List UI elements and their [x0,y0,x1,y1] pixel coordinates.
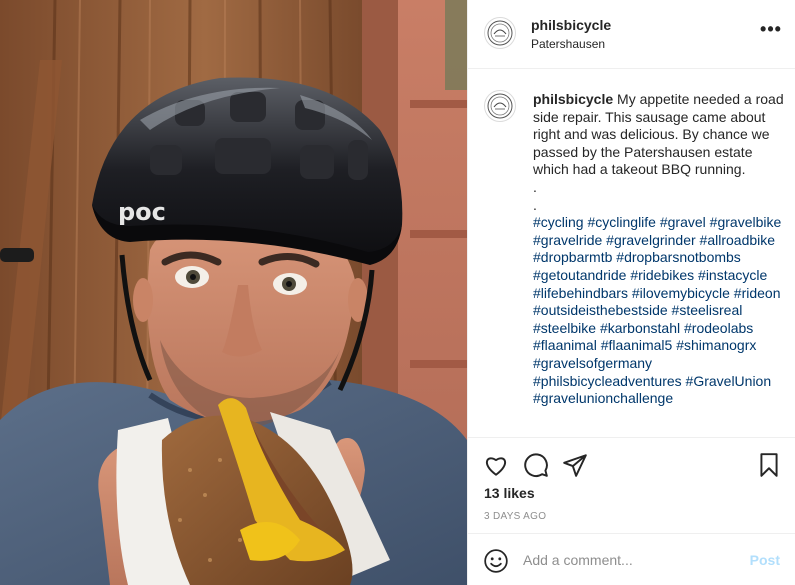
hashtag-link[interactable]: #cyclinglife [587,214,655,230]
post-location[interactable]: Patershausen [531,37,605,51]
likes-count[interactable]: 13 likes [484,485,535,501]
avatar-logo-icon [487,93,513,119]
comment-input[interactable] [523,549,733,571]
hashtag-link[interactable]: #lifebehindbars [533,285,628,301]
hashtag-link[interactable]: #philsbicycleadventures [533,373,682,389]
hashtag-link[interactable]: #rideon [734,285,781,301]
post-actions: 13 likes 3 DAYS AGO [468,437,795,547]
hashtag-link[interactable]: #ridebikes [630,267,694,283]
helmet-brand-logo: poc [118,198,166,226]
hashtag-link[interactable]: #shimanogrx [676,337,756,353]
hashtag-link[interactable]: #flaanimal [533,337,597,353]
post-side-panel: philsbicycle Patershausen ••• philsbicyc… [467,0,795,585]
post-author-username[interactable]: philsbicycle [531,17,611,33]
bookmark-icon[interactable] [756,452,782,478]
selfie-photo-illustration: poc [0,0,467,585]
hashtag-link[interactable]: #gravelsofgermany [533,355,652,371]
hashtag-link[interactable]: #allroadbike [700,232,776,248]
hashtag-link[interactable]: #instacycle [698,267,767,283]
hashtag-link[interactable]: #dropbarsnotbombs [616,249,741,265]
emoji-icon[interactable] [483,548,509,574]
caption-username[interactable]: philsbicycle [533,91,613,107]
hashtag-link[interactable]: #flaanimal5 [601,337,673,353]
caption-dot: . [533,178,537,195]
hashtag-link[interactable]: #GravelUnion [686,373,772,389]
comment-bubble-icon[interactable] [523,452,549,478]
hashtag-link[interactable]: #rodeolabs [684,320,753,336]
hashtag-link[interactable]: #gravelunionchallenge [533,390,673,406]
post-header: philsbicycle Patershausen ••• [468,0,795,69]
hashtag-link[interactable]: #gravelgrinder [606,232,696,248]
add-comment-bar: Post [468,533,795,585]
hashtag-link[interactable]: #gravel [660,214,706,230]
hashtag-link[interactable]: #outsideisthebestside [533,302,668,318]
hashtag-link[interactable]: #steelisreal [672,302,743,318]
heart-icon[interactable] [483,452,509,478]
paper-plane-icon[interactable] [562,452,588,478]
more-options-icon[interactable]: ••• [760,20,782,42]
hashtag-link[interactable]: #getoutandride [533,267,626,283]
hashtag-link[interactable]: #karbonstahl [600,320,680,336]
post-photo[interactable]: poc [0,0,467,585]
hashtag-link[interactable]: #gravelbike [710,214,782,230]
post-comment-button[interactable]: Post [750,552,780,568]
hashtag-link[interactable]: #gravelride [533,232,602,248]
avatar[interactable] [484,17,516,49]
post-caption: philsbicycle My appetite needed a road s… [533,91,785,408]
caption-dot: . [533,196,537,213]
caption-avatar[interactable] [484,90,516,122]
hashtag-link[interactable]: #dropbarmtb [533,249,612,265]
hashtag-link[interactable]: #steelbike [533,320,596,336]
post-date[interactable]: 3 DAYS AGO [484,511,546,522]
comments-section: philsbicycle My appetite needed a road s… [468,69,795,437]
hashtag-link[interactable]: #ilovemybicycle [632,285,730,301]
hashtag-list: #cycling #cyclinglife #gravel #gravelbik… [533,214,781,406]
hashtag-link[interactable]: #cycling [533,214,584,230]
avatar-logo-icon [487,20,513,46]
